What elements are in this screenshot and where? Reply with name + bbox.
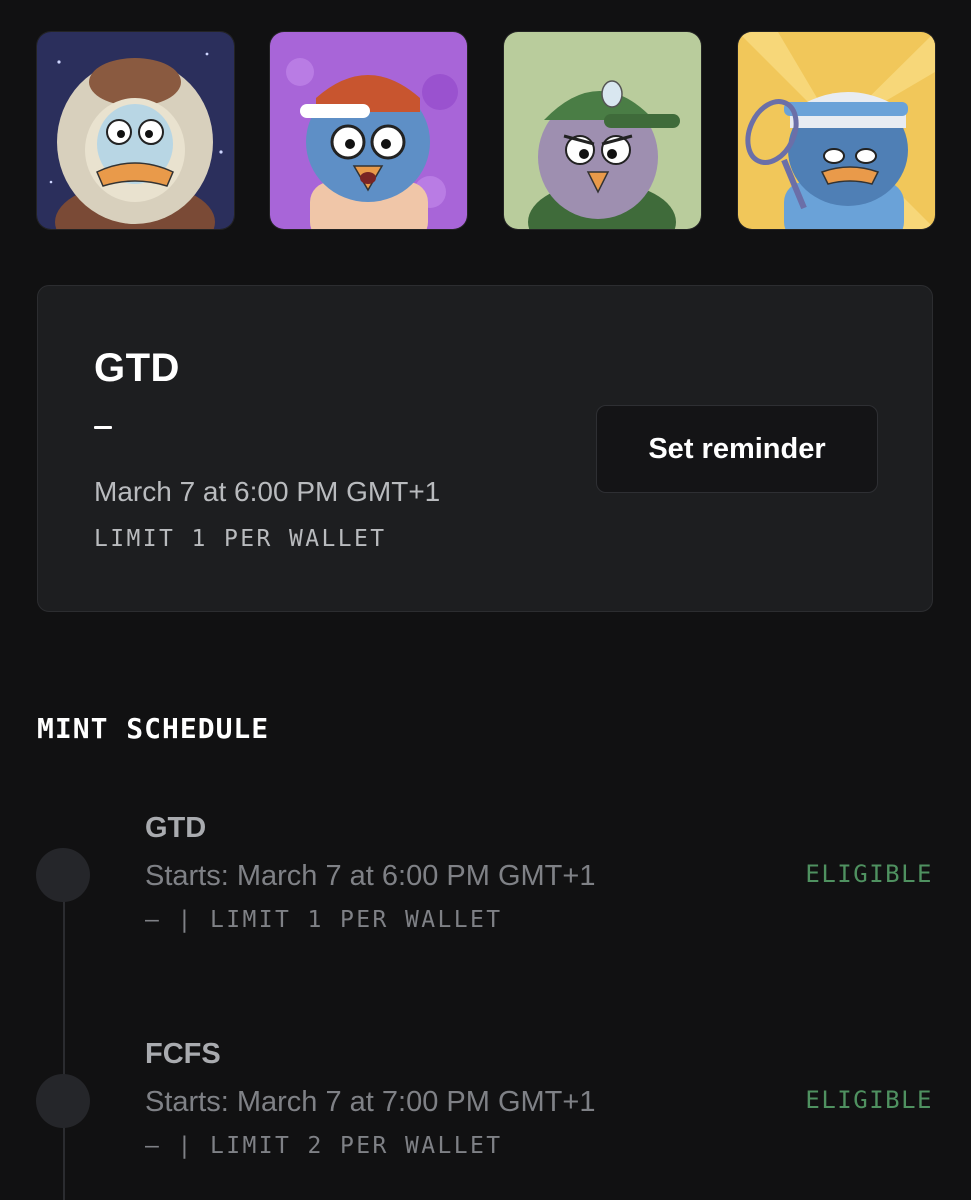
phase-start-time: Starts: March 7 at 7:00 PM GMT+1 xyxy=(145,1086,596,1118)
phase-price-dash xyxy=(94,426,112,429)
active-phase-card: GTD March 7 at 6:00 PM GMT+1 LIMIT 1 PER… xyxy=(37,285,933,612)
phase-name: GTD xyxy=(145,812,207,844)
penguin-with-tennis-racket-image xyxy=(738,32,935,229)
phase-meta: – | LIMIT 1 PER WALLET xyxy=(145,907,503,933)
phase-start-time: Starts: March 7 at 6:00 PM GMT+1 xyxy=(145,860,596,892)
phase-meta: – | LIMIT 2 PER WALLET xyxy=(145,1133,503,1159)
nft-thumbnail-2[interactable] xyxy=(270,32,467,229)
schedule-phase-fcfs: FCFS Starts: March 7 at 7:00 PM GMT+1 – … xyxy=(0,1038,971,1168)
eligible-badge: ELIGIBLE xyxy=(805,860,933,888)
mint-schedule-heading: MINT SCHEDULE xyxy=(37,712,270,745)
penguin-in-fur-hood-image xyxy=(37,32,234,229)
nft-thumbnail-4[interactable] xyxy=(738,32,935,229)
phase-date: March 7 at 6:00 PM GMT+1 xyxy=(94,476,441,507)
phase-name: FCFS xyxy=(145,1038,221,1070)
phase-limit: LIMIT 1 PER WALLET xyxy=(94,526,387,552)
mint-page: GTD March 7 at 6:00 PM GMT+1 LIMIT 1 PER… xyxy=(0,0,971,1200)
schedule-phase-gtd: GTD Starts: March 7 at 6:00 PM GMT+1 – |… xyxy=(0,812,971,942)
phase-title: GTD xyxy=(94,346,180,390)
eligible-badge: ELIGIBLE xyxy=(805,1086,933,1114)
collection-thumbnails xyxy=(37,32,935,229)
penguin-in-backwards-cap-image xyxy=(270,32,467,229)
nft-thumbnail-1[interactable] xyxy=(37,32,234,229)
timeline-dot xyxy=(36,848,90,902)
penguin-in-green-cap-image xyxy=(504,32,701,229)
timeline-dot xyxy=(36,1074,90,1128)
nft-thumbnail-3[interactable] xyxy=(504,32,701,229)
set-reminder-button[interactable]: Set reminder xyxy=(596,405,878,493)
